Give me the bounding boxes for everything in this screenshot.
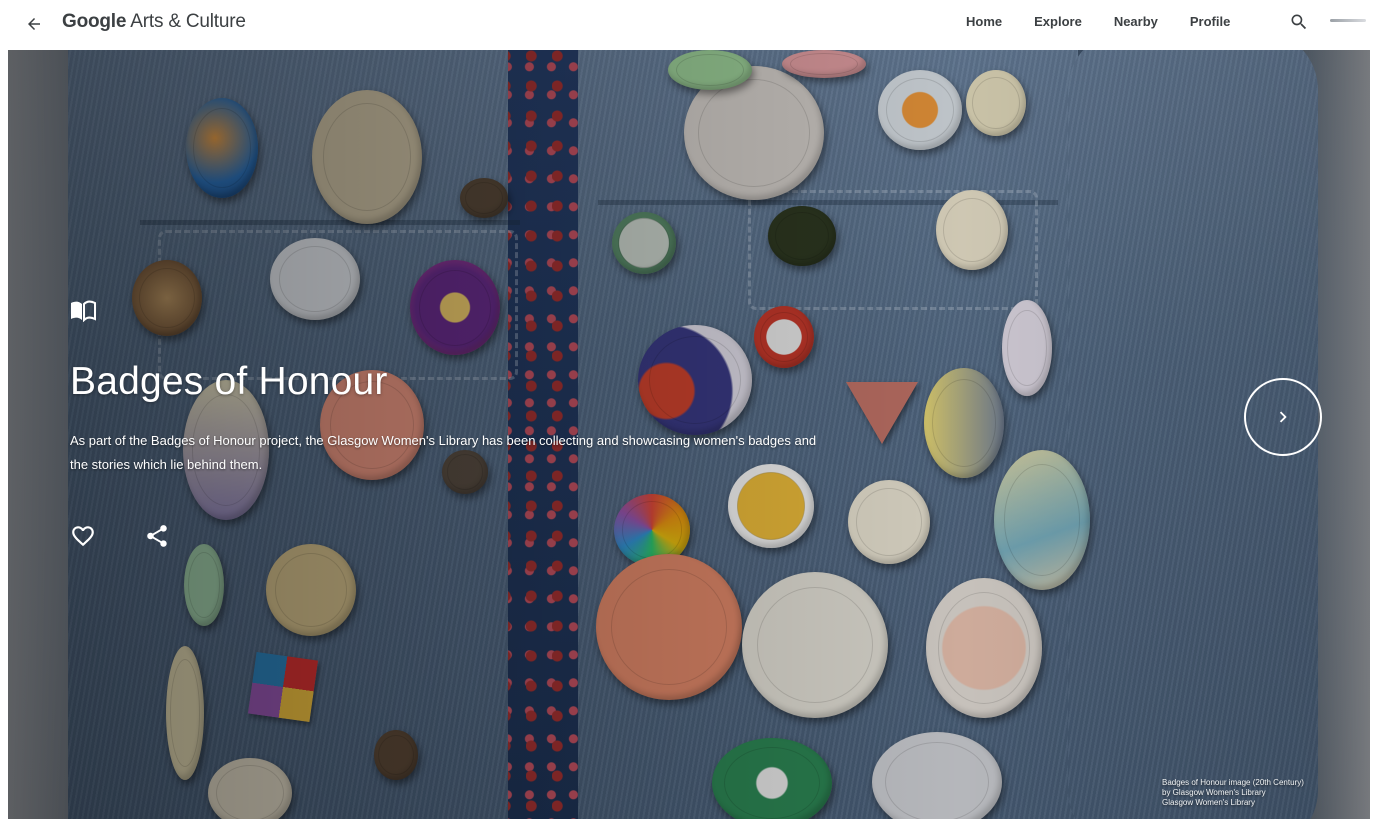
credit-line-2: by Glasgow Women's Library [1162,788,1266,797]
nav-explore-link[interactable]: Explore [1034,14,1082,29]
credit-line-3: Glasgow Women's Library [1162,798,1255,807]
back-button[interactable] [18,8,50,40]
favorite-button[interactable] [70,523,96,549]
page-title: Badges of Honour [70,360,388,403]
next-slide-button[interactable] [1244,378,1322,456]
share-button[interactable] [144,523,170,549]
brand-arts-culture-text: Arts & Culture [126,11,246,32]
credit-line-1: Badges of Honour image (20th Century) [1162,778,1304,787]
image-credit[interactable]: Badges of Honour image (20th Century) by… [1162,778,1362,808]
hero-banner: Badges of Honour As part of the Badges o… [8,50,1370,819]
nav-nearby-link[interactable]: Nearby [1114,14,1158,29]
main-nav: Home Explore Nearby Profile [966,14,1262,29]
chevron-right-icon [1279,411,1287,423]
top-app-bar: Google Arts & Culture Home Explore Nearb… [0,0,1375,48]
arrow-left-icon [28,18,40,30]
brand-google-text: Google [62,11,127,32]
nav-profile-link[interactable]: Profile [1190,14,1230,29]
account-avatar[interactable] [1330,15,1366,27]
page-description: As part of the Badges of Honour project,… [70,433,817,472]
search-button[interactable] [1286,9,1312,35]
heart-outline-icon [72,526,94,547]
brand-logo[interactable]: Google Arts & Culture [62,11,246,33]
open-book-icon [71,300,96,322]
share-icon [147,525,167,547]
nav-home-link[interactable]: Home [966,14,1002,29]
search-icon [1291,14,1307,30]
